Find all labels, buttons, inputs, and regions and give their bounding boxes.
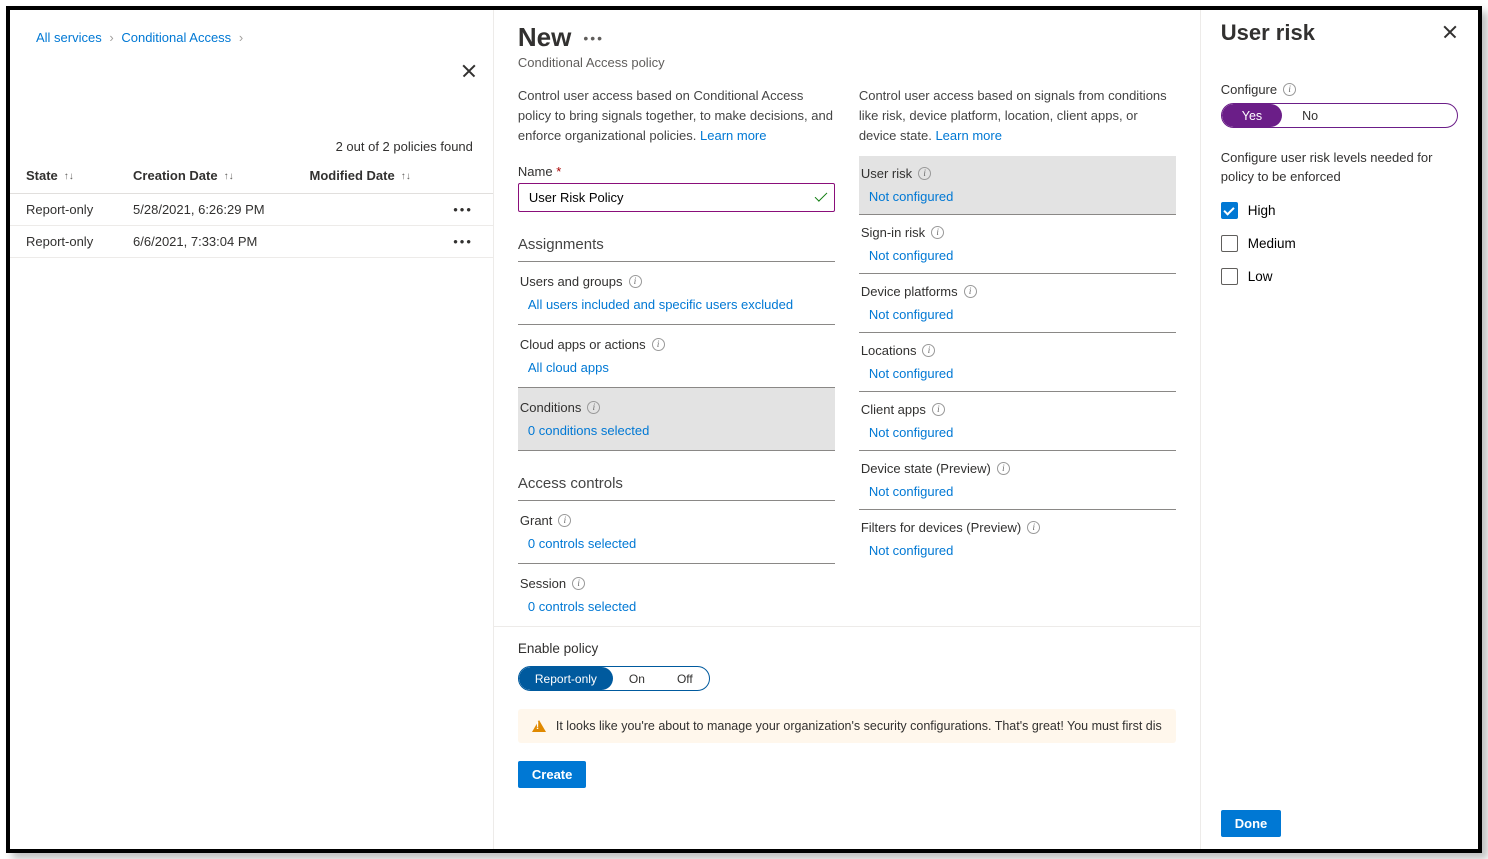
checkbox-icon bbox=[1221, 268, 1238, 285]
breadcrumb-root[interactable]: All services bbox=[36, 30, 102, 45]
device-filters-value[interactable]: Not configured bbox=[869, 543, 1174, 558]
locations-condition[interactable]: Locations Not configured bbox=[859, 333, 1176, 392]
risk-medium-checkbox[interactable]: Medium bbox=[1221, 235, 1458, 252]
policies-table: State↑↓ Creation Date↑↓ Modified Date↑↓ … bbox=[10, 158, 493, 258]
create-button[interactable]: Create bbox=[518, 761, 586, 788]
users-and-groups-item[interactable]: Users and groups All users included and … bbox=[518, 262, 835, 325]
info-icon[interactable] bbox=[587, 401, 600, 414]
close-left-pane-button[interactable] bbox=[461, 62, 477, 83]
close-icon bbox=[461, 62, 477, 78]
new-policy-pane: New ••• Conditional Access policy Contro… bbox=[494, 10, 1201, 849]
device-platforms-value[interactable]: Not configured bbox=[869, 307, 1174, 322]
cloud-apps-link[interactable]: All cloud apps bbox=[528, 360, 833, 375]
warning-icon bbox=[532, 720, 546, 732]
access-controls-heading: Access controls bbox=[518, 475, 835, 501]
signals-description: Control user access based on signals fro… bbox=[859, 86, 1176, 146]
policy-description-left: Control user access based on Conditional… bbox=[518, 86, 835, 146]
device-filters-condition[interactable]: Filters for devices (Preview) Not config… bbox=[859, 510, 1176, 568]
conditions-link[interactable]: 0 conditions selected bbox=[528, 423, 833, 438]
info-icon[interactable] bbox=[1283, 83, 1296, 96]
risk-low-checkbox[interactable]: Low bbox=[1221, 268, 1458, 285]
info-icon[interactable] bbox=[964, 285, 977, 298]
more-actions-button[interactable]: ••• bbox=[583, 30, 604, 46]
session-item[interactable]: Session 0 controls selected bbox=[518, 564, 835, 626]
info-icon[interactable] bbox=[997, 462, 1010, 475]
info-icon[interactable] bbox=[918, 167, 931, 180]
info-icon[interactable] bbox=[629, 275, 642, 288]
sort-icon: ↑↓ bbox=[218, 171, 234, 182]
name-label: Name bbox=[518, 164, 561, 179]
breadcrumb: All services › Conditional Access › bbox=[20, 20, 483, 45]
user-risk-panel: User risk Configure Yes No Configure use… bbox=[1201, 10, 1478, 849]
learn-more-link[interactable]: Learn more bbox=[700, 128, 766, 143]
locations-value[interactable]: Not configured bbox=[869, 366, 1174, 381]
users-and-groups-link[interactable]: All users included and specific users ex… bbox=[528, 297, 833, 312]
enable-policy-toggle[interactable]: Report-only On Off bbox=[518, 666, 710, 691]
col-modified-date[interactable]: Modified Date↑↓ bbox=[293, 158, 437, 194]
signin-risk-value[interactable]: Not configured bbox=[869, 248, 1174, 263]
breadcrumb-conditional-access[interactable]: Conditional Access bbox=[121, 30, 231, 45]
device-state-condition[interactable]: Device state (Preview) Not configured bbox=[859, 451, 1176, 510]
table-row[interactable]: Report-only 6/6/2021, 7:33:04 PM ••• bbox=[10, 226, 493, 258]
page-subtitle: Conditional Access policy bbox=[518, 55, 1176, 70]
close-panel-button[interactable] bbox=[1442, 23, 1458, 44]
info-icon[interactable] bbox=[1027, 521, 1040, 534]
session-link[interactable]: 0 controls selected bbox=[528, 599, 833, 614]
device-platforms-condition[interactable]: Device platforms Not configured bbox=[859, 274, 1176, 333]
close-icon bbox=[1442, 23, 1458, 39]
info-icon[interactable] bbox=[922, 344, 935, 357]
policies-count: 2 out of 2 policies found bbox=[20, 45, 483, 158]
row-more-button[interactable]: ••• bbox=[437, 194, 493, 226]
toggle-on[interactable]: On bbox=[613, 667, 661, 690]
sort-icon: ↑↓ bbox=[395, 171, 411, 182]
info-icon[interactable] bbox=[932, 403, 945, 416]
info-icon[interactable] bbox=[558, 514, 571, 527]
policies-list-pane: All services › Conditional Access › 2 ou… bbox=[10, 10, 494, 849]
user-risk-value[interactable]: Not configured bbox=[869, 189, 1174, 204]
policy-name-input[interactable] bbox=[518, 183, 835, 212]
done-button[interactable]: Done bbox=[1221, 810, 1282, 837]
row-more-button[interactable]: ••• bbox=[437, 226, 493, 258]
enable-policy-label: Enable policy bbox=[518, 641, 1176, 656]
table-row[interactable]: Report-only 5/28/2021, 6:26:29 PM ••• bbox=[10, 194, 493, 226]
configure-yes[interactable]: Yes bbox=[1222, 104, 1282, 127]
checkbox-icon bbox=[1221, 235, 1238, 252]
page-title: New bbox=[518, 22, 571, 53]
signin-risk-condition[interactable]: Sign-in risk Not configured bbox=[859, 215, 1176, 274]
configure-label: Configure bbox=[1221, 82, 1277, 97]
risk-high-checkbox[interactable]: High bbox=[1221, 202, 1458, 219]
toggle-report-only[interactable]: Report-only bbox=[519, 667, 613, 690]
grant-link[interactable]: 0 controls selected bbox=[528, 536, 833, 551]
col-creation-date[interactable]: Creation Date↑↓ bbox=[117, 158, 293, 194]
conditions-item[interactable]: Conditions 0 conditions selected bbox=[518, 388, 835, 451]
configure-toggle[interactable]: Yes No bbox=[1221, 103, 1458, 128]
configure-no[interactable]: No bbox=[1282, 104, 1338, 127]
panel-help-text: Configure user risk levels needed for po… bbox=[1221, 148, 1458, 186]
device-state-value[interactable]: Not configured bbox=[869, 484, 1174, 499]
window-frame: All services › Conditional Access › 2 ou… bbox=[6, 6, 1482, 853]
chevron-right-icon: › bbox=[105, 30, 117, 45]
chevron-right-icon: › bbox=[235, 30, 247, 45]
checkbox-icon bbox=[1221, 202, 1238, 219]
toggle-off[interactable]: Off bbox=[661, 667, 709, 690]
grant-item[interactable]: Grant 0 controls selected bbox=[518, 501, 835, 564]
panel-title: User risk bbox=[1221, 20, 1315, 46]
info-icon[interactable] bbox=[931, 226, 944, 239]
sort-icon: ↑↓ bbox=[58, 171, 74, 182]
cloud-apps-item[interactable]: Cloud apps or actions All cloud apps bbox=[518, 325, 835, 388]
col-state[interactable]: State↑↓ bbox=[10, 158, 117, 194]
info-icon[interactable] bbox=[652, 338, 665, 351]
client-apps-value[interactable]: Not configured bbox=[869, 425, 1174, 440]
assignments-heading: Assignments bbox=[518, 236, 835, 262]
learn-more-link[interactable]: Learn more bbox=[935, 128, 1001, 143]
client-apps-condition[interactable]: Client apps Not configured bbox=[859, 392, 1176, 451]
user-risk-condition[interactable]: User risk Not configured bbox=[859, 156, 1176, 215]
info-icon[interactable] bbox=[572, 577, 585, 590]
security-warning-banner: It looks like you're about to manage you… bbox=[518, 709, 1176, 743]
